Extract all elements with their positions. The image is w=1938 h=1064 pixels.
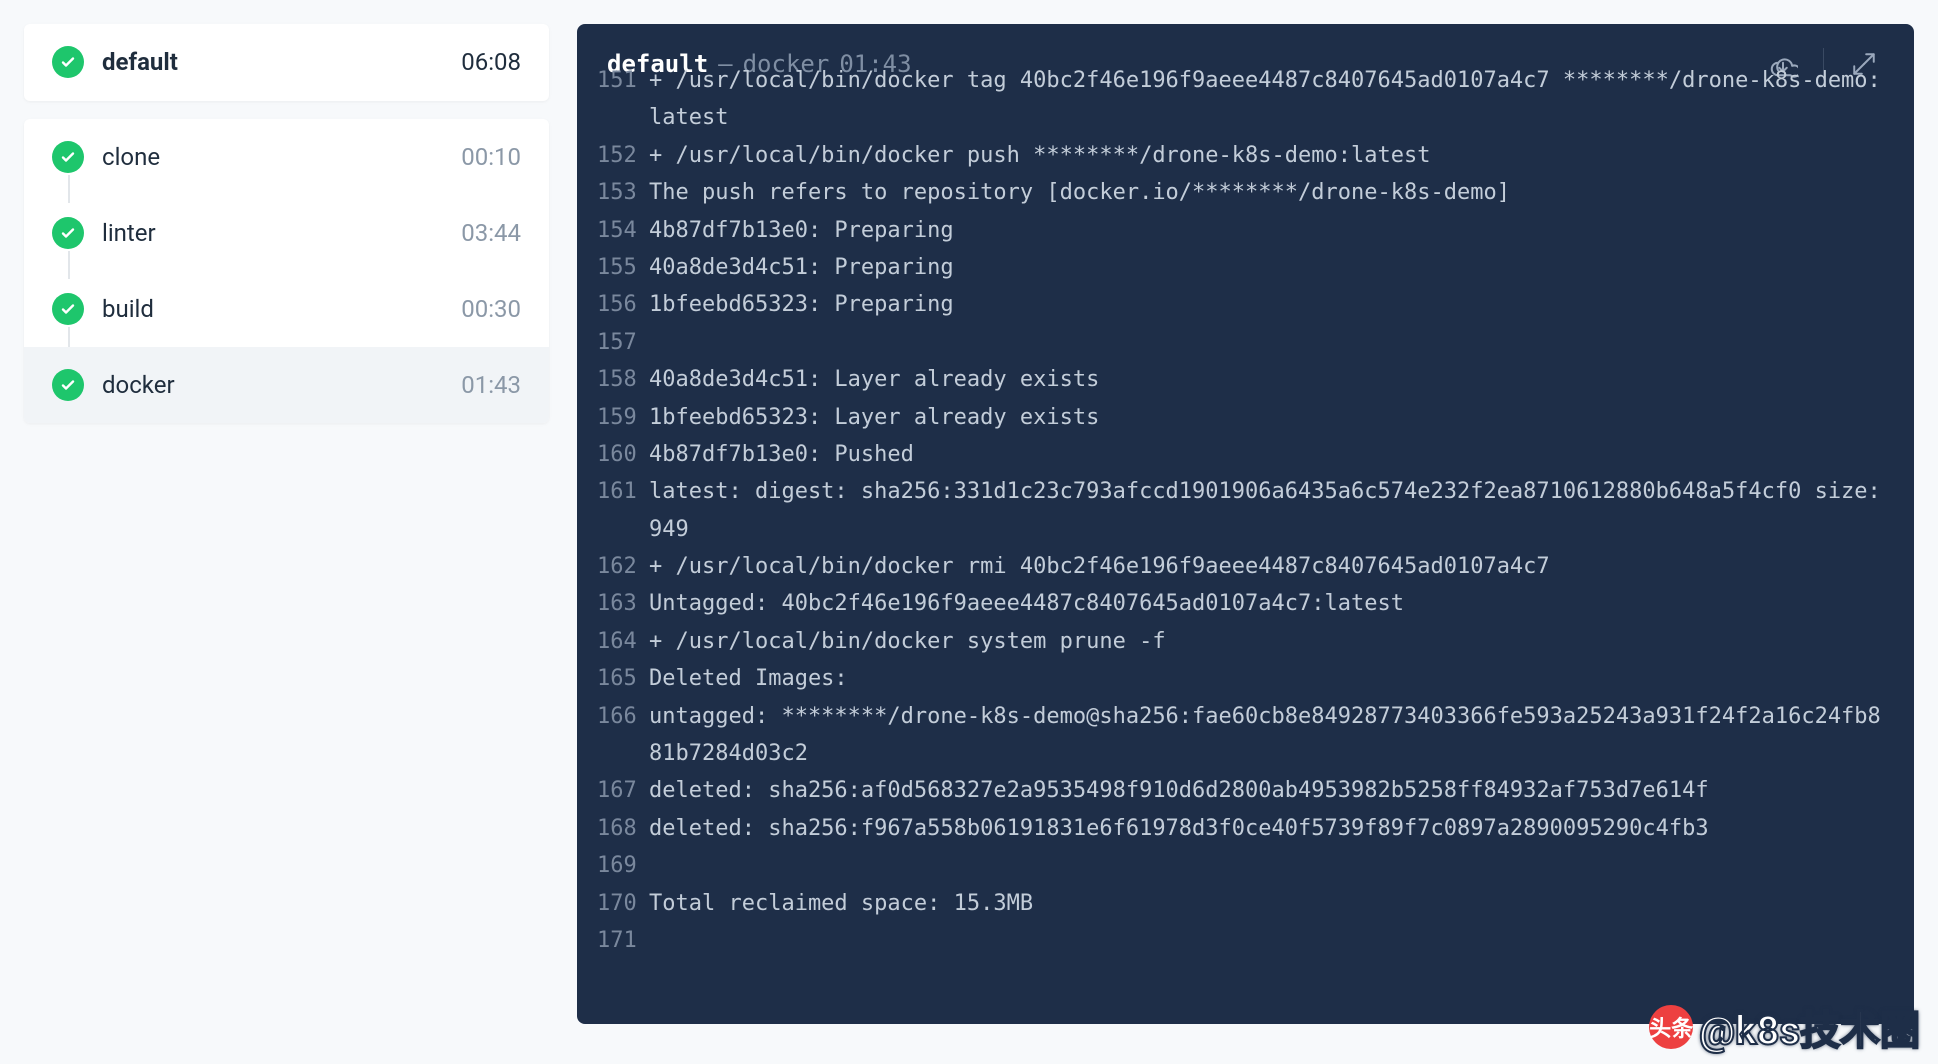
log-line-text: 1bfeebd65323: Layer already exists xyxy=(649,399,1894,436)
log-line: 1544b87df7b13e0: Preparing xyxy=(597,212,1894,249)
log-line-number: 151 xyxy=(597,62,649,99)
log-line-number: 164 xyxy=(597,623,649,660)
log-line-text: + /usr/local/bin/docker push ********/dr… xyxy=(649,137,1894,174)
steps-card: clone 00:10 linter 03:44 build 00:30 docker 01:… xyxy=(24,119,549,423)
log-line-number: 157 xyxy=(597,324,649,361)
stage-label: default xyxy=(102,48,443,76)
log-line: 163Untagged: 40bc2f46e196f9aeee4487c8407… xyxy=(597,585,1894,622)
log-line-number: 152 xyxy=(597,137,649,174)
log-line-text: Total reclaimed space: 15.3MB xyxy=(649,885,1894,922)
step-duration: 03:44 xyxy=(461,219,521,247)
check-icon xyxy=(52,141,84,173)
log-line-number: 162 xyxy=(597,548,649,585)
log-line-text: latest: digest: sha256:331d1c23c793afccd… xyxy=(649,473,1894,548)
log-line-text: The push refers to repository [docker.io… xyxy=(649,174,1894,211)
stage-header[interactable]: default 06:08 xyxy=(24,24,549,101)
log-line: 1591bfeebd65323: Layer already exists xyxy=(597,399,1894,436)
log-line: 161latest: digest: sha256:331d1c23c793af… xyxy=(597,473,1894,548)
log-line: 153The push refers to repository [docker… xyxy=(597,174,1894,211)
log-line-number: 163 xyxy=(597,585,649,622)
step-duration: 00:10 xyxy=(461,143,521,171)
log-line-number: 168 xyxy=(597,810,649,847)
log-line: 15840a8de3d4c51: Layer already exists xyxy=(597,361,1894,398)
check-icon xyxy=(52,293,84,325)
step-label: docker xyxy=(102,371,443,399)
log-line: 152+ /usr/local/bin/docker push ********… xyxy=(597,137,1894,174)
step-label: linter xyxy=(102,219,443,247)
log-line-number: 160 xyxy=(597,436,649,473)
log-line-text: deleted: sha256:af0d568327e2a9535498f910… xyxy=(649,772,1894,809)
watermark-badge: 头条 xyxy=(1649,1005,1693,1049)
log-line-number: 171 xyxy=(597,922,649,959)
log-line-text: 1bfeebd65323: Preparing xyxy=(649,286,1894,323)
log-line-number: 161 xyxy=(597,473,649,510)
log-line: 169 xyxy=(597,847,1894,884)
log-line-text: Deleted Images: xyxy=(649,660,1894,697)
log-line: 15540a8de3d4c51: Preparing xyxy=(597,249,1894,286)
check-icon xyxy=(52,369,84,401)
log-line: 164+ /usr/local/bin/docker system prune … xyxy=(597,623,1894,660)
pipeline-sidebar: default 06:08 clone 00:10 linter 03:44 build… xyxy=(24,24,549,1024)
step-item-build[interactable]: build 00:30 xyxy=(24,271,549,347)
log-line-text: deleted: sha256:f967a558b06191831e6f6197… xyxy=(649,810,1894,847)
log-body[interactable]: 151+ /usr/local/bin/docker tag 40bc2f46e… xyxy=(577,62,1914,1024)
log-line-number: 170 xyxy=(597,885,649,922)
log-line-text: 40a8de3d4c51: Layer already exists xyxy=(649,361,1894,398)
step-duration: 01:43 xyxy=(461,371,521,399)
log-line-number: 156 xyxy=(597,286,649,323)
log-line: 167deleted: sha256:af0d568327e2a9535498f… xyxy=(597,772,1894,809)
log-line-number: 159 xyxy=(597,399,649,436)
stage-duration: 06:08 xyxy=(461,48,521,76)
log-line-text: 4b87df7b13e0: Pushed xyxy=(649,436,1894,473)
step-item-clone[interactable]: clone 00:10 xyxy=(24,119,549,195)
log-line-number: 154 xyxy=(597,212,649,249)
watermark-text: @k8s技术圈 xyxy=(1699,998,1920,1056)
check-icon xyxy=(52,217,84,249)
log-line: 151+ /usr/local/bin/docker tag 40bc2f46e… xyxy=(597,62,1894,137)
step-item-linter[interactable]: linter 03:44 xyxy=(24,195,549,271)
log-line: 1561bfeebd65323: Preparing xyxy=(597,286,1894,323)
log-line: 171 xyxy=(597,922,1894,959)
log-line-text: 40a8de3d4c51: Preparing xyxy=(649,249,1894,286)
log-line: 165Deleted Images: xyxy=(597,660,1894,697)
log-line-number: 153 xyxy=(597,174,649,211)
log-line-text: + /usr/local/bin/docker system prune -f xyxy=(649,623,1894,660)
log-line-number: 158 xyxy=(597,361,649,398)
step-label: build xyxy=(102,295,443,323)
log-line: 168deleted: sha256:f967a558b06191831e6f6… xyxy=(597,810,1894,847)
log-line-text: Untagged: 40bc2f46e196f9aeee4487c8407645… xyxy=(649,585,1894,622)
step-item-docker[interactable]: docker 01:43 xyxy=(24,347,549,423)
step-label: clone xyxy=(102,143,443,171)
log-line-text: + /usr/local/bin/docker rmi 40bc2f46e196… xyxy=(649,548,1894,585)
log-line: 1604b87df7b13e0: Pushed xyxy=(597,436,1894,473)
watermark: 头条 @k8s技术圈 xyxy=(1649,998,1920,1056)
log-line-number: 167 xyxy=(597,772,649,809)
stage-card[interactable]: default 06:08 xyxy=(24,24,549,101)
log-line-number: 169 xyxy=(597,847,649,884)
log-line-text: + /usr/local/bin/docker tag 40bc2f46e196… xyxy=(649,62,1894,137)
log-line-number: 166 xyxy=(597,698,649,735)
log-panel: default — docker 01:43 151+ /usr/local/ xyxy=(577,24,1914,1024)
step-duration: 00:30 xyxy=(461,295,521,323)
log-line-text: untagged: ********/drone-k8s-demo@sha256… xyxy=(649,698,1894,773)
log-line: 157 xyxy=(597,324,1894,361)
log-line-number: 155 xyxy=(597,249,649,286)
check-icon xyxy=(52,46,84,78)
log-line-text: 4b87df7b13e0: Preparing xyxy=(649,212,1894,249)
log-line: 162+ /usr/local/bin/docker rmi 40bc2f46e… xyxy=(597,548,1894,585)
log-line: 166untagged: ********/drone-k8s-demo@sha… xyxy=(597,698,1894,773)
log-line-number: 165 xyxy=(597,660,649,697)
log-line: 170Total reclaimed space: 15.3MB xyxy=(597,885,1894,922)
